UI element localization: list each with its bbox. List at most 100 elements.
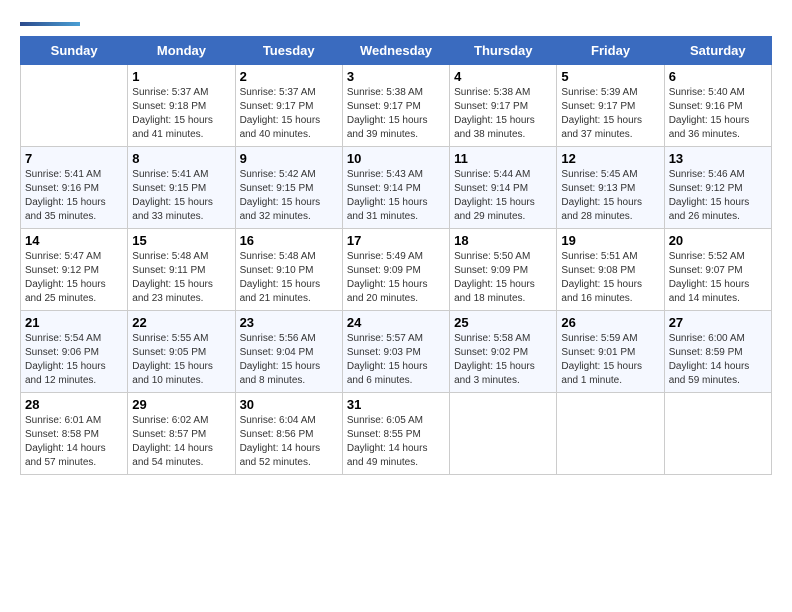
calendar-week-row: 21 Sunrise: 5:54 AMSunset: 9:06 PMDayligh… — [21, 311, 772, 393]
day-info: Sunrise: 5:41 AMSunset: 9:15 PMDaylight:… — [132, 168, 230, 224]
day-info: Sunrise: 5:40 AMSunset: 9:16 PMDaylight:… — [669, 86, 767, 142]
weekday-header-cell: Thursday — [450, 37, 557, 65]
logo-bar — [20, 22, 80, 26]
day-number: 14 — [25, 233, 123, 248]
weekday-header-cell: Tuesday — [235, 37, 342, 65]
day-info: Sunrise: 5:37 AMSunset: 9:17 PMDaylight:… — [240, 86, 338, 142]
calendar-day-cell: 21 Sunrise: 5:54 AMSunset: 9:06 PMDayligh… — [21, 311, 128, 393]
day-number: 31 — [347, 397, 445, 412]
calendar-day-cell: 12Sunrise: 5:45 AMSunset: 9:13 PMDayligh… — [557, 147, 664, 229]
day-info: Sunrise: 5:38 AMSunset: 9:17 PMDaylight:… — [347, 86, 445, 142]
calendar-table: SundayMondayTuesdayWednesdayThursdayFrid… — [20, 36, 772, 475]
weekday-header-cell: Saturday — [664, 37, 771, 65]
day-number: 16 — [240, 233, 338, 248]
header — [20, 20, 772, 26]
day-number: 26 — [561, 315, 659, 330]
day-info: Sunrise: 5:50 AMSunset: 9:09 PMDaylight:… — [454, 250, 552, 306]
calendar-day-cell: 30 Sunrise: 6:04 AMSunset: 8:56 PMDayligh… — [235, 393, 342, 475]
weekday-header-cell: Monday — [128, 37, 235, 65]
day-info: Sunrise: 5:56 AMSunset: 9:04 PMDaylight:… — [240, 332, 338, 388]
day-info: Sunrise: 5:39 AMSunset: 9:17 PMDaylight:… — [561, 86, 659, 142]
calendar-day-cell: 10 Sunrise: 5:43 AMSunset: 9:14 PMDayligh… — [342, 147, 449, 229]
day-number: 10 — [347, 151, 445, 166]
day-number: 4 — [454, 69, 552, 84]
calendar-day-cell: 17Sunrise: 5:49 AMSunset: 9:09 PMDayligh… — [342, 229, 449, 311]
day-number: 23 — [240, 315, 338, 330]
day-number: 13 — [669, 151, 767, 166]
calendar-day-cell — [450, 393, 557, 475]
calendar-day-cell: 7Sunrise: 5:41 AMSunset: 9:16 PMDaylight… — [21, 147, 128, 229]
calendar-day-cell: 26 Sunrise: 5:59 AMSunset: 9:01 PMDayligh… — [557, 311, 664, 393]
calendar-day-cell — [21, 65, 128, 147]
day-info: Sunrise: 6:05 AMSunset: 8:55 PMDaylight:… — [347, 414, 445, 470]
day-info: Sunrise: 5:44 AMSunset: 9:14 PMDaylight:… — [454, 168, 552, 224]
calendar-day-cell: 8Sunrise: 5:41 AMSunset: 9:15 PMDaylight… — [128, 147, 235, 229]
day-number: 18 — [454, 233, 552, 248]
day-info: Sunrise: 5:45 AMSunset: 9:13 PMDaylight:… — [561, 168, 659, 224]
calendar-day-cell: 13 Sunrise: 5:46 AMSunset: 9:12 PMDayligh… — [664, 147, 771, 229]
day-number: 5 — [561, 69, 659, 84]
day-number: 21 — [25, 315, 123, 330]
day-info: Sunrise: 5:46 AMSunset: 9:12 PMDaylight:… — [669, 168, 767, 224]
calendar-day-cell: 15 Sunrise: 5:48 AMSunset: 9:11 PMDayligh… — [128, 229, 235, 311]
day-info: Sunrise: 6:02 AMSunset: 8:57 PMDaylight:… — [132, 414, 230, 470]
calendar-day-cell: 20 Sunrise: 5:52 AMSunset: 9:07 PMDayligh… — [664, 229, 771, 311]
calendar-day-cell: 28 Sunrise: 6:01 AMSunset: 8:58 PMDayligh… — [21, 393, 128, 475]
day-info: Sunrise: 5:54 AMSunset: 9:06 PMDaylight:… — [25, 332, 123, 388]
day-number: 3 — [347, 69, 445, 84]
day-number: 29 — [132, 397, 230, 412]
calendar-day-cell: 19Sunrise: 5:51 AMSunset: 9:08 PMDayligh… — [557, 229, 664, 311]
calendar-week-row: 14Sunrise: 5:47 AMSunset: 9:12 PMDayligh… — [21, 229, 772, 311]
calendar-day-cell: 29 Sunrise: 6:02 AMSunset: 8:57 PMDayligh… — [128, 393, 235, 475]
weekday-header-cell: Wednesday — [342, 37, 449, 65]
calendar-week-row: 1Sunrise: 5:37 AMSunset: 9:18 PMDaylight… — [21, 65, 772, 147]
calendar-day-cell: 4 Sunrise: 5:38 AMSunset: 9:17 PMDaylight… — [450, 65, 557, 147]
calendar-day-cell: 31 Sunrise: 6:05 AMSunset: 8:55 PMDayligh… — [342, 393, 449, 475]
day-info: Sunrise: 5:59 AMSunset: 9:01 PMDaylight:… — [561, 332, 659, 388]
day-info: Sunrise: 6:04 AMSunset: 8:56 PMDaylight:… — [240, 414, 338, 470]
calendar-day-cell: 2 Sunrise: 5:37 AMSunset: 9:17 PMDaylight… — [235, 65, 342, 147]
day-number: 2 — [240, 69, 338, 84]
calendar-day-cell: 1Sunrise: 5:37 AMSunset: 9:18 PMDaylight… — [128, 65, 235, 147]
day-info: Sunrise: 5:48 AMSunset: 9:11 PMDaylight:… — [132, 250, 230, 306]
day-info: Sunrise: 5:49 AMSunset: 9:09 PMDaylight:… — [347, 250, 445, 306]
calendar-day-cell — [664, 393, 771, 475]
calendar-day-cell: 23 Sunrise: 5:56 AMSunset: 9:04 PMDayligh… — [235, 311, 342, 393]
calendar-day-cell: 6 Sunrise: 5:40 AMSunset: 9:16 PMDaylight… — [664, 65, 771, 147]
day-info: Sunrise: 5:58 AMSunset: 9:02 PMDaylight:… — [454, 332, 552, 388]
day-number: 30 — [240, 397, 338, 412]
day-number: 27 — [669, 315, 767, 330]
day-info: Sunrise: 5:37 AMSunset: 9:18 PMDaylight:… — [132, 86, 230, 142]
day-info: Sunrise: 5:55 AMSunset: 9:05 PMDaylight:… — [132, 332, 230, 388]
day-info: Sunrise: 5:43 AMSunset: 9:14 PMDaylight:… — [347, 168, 445, 224]
calendar-day-cell: 27 Sunrise: 6:00 AMSunset: 8:59 PMDayligh… — [664, 311, 771, 393]
day-number: 20 — [669, 233, 767, 248]
day-info: Sunrise: 6:00 AMSunset: 8:59 PMDaylight:… — [669, 332, 767, 388]
day-info: Sunrise: 5:57 AMSunset: 9:03 PMDaylight:… — [347, 332, 445, 388]
day-number: 15 — [132, 233, 230, 248]
day-number: 25 — [454, 315, 552, 330]
calendar-week-row: 28 Sunrise: 6:01 AMSunset: 8:58 PMDayligh… — [21, 393, 772, 475]
calendar-day-cell: 25 Sunrise: 5:58 AMSunset: 9:02 PMDayligh… — [450, 311, 557, 393]
calendar-day-cell: 11 Sunrise: 5:44 AMSunset: 9:14 PMDayligh… — [450, 147, 557, 229]
day-number: 24 — [347, 315, 445, 330]
calendar-day-cell: 14Sunrise: 5:47 AMSunset: 9:12 PMDayligh… — [21, 229, 128, 311]
day-info: Sunrise: 5:41 AMSunset: 9:16 PMDaylight:… — [25, 168, 123, 224]
day-number: 22 — [132, 315, 230, 330]
calendar-day-cell — [557, 393, 664, 475]
weekday-header-row: SundayMondayTuesdayWednesdayThursdayFrid… — [21, 37, 772, 65]
day-info: Sunrise: 6:01 AMSunset: 8:58 PMDaylight:… — [25, 414, 123, 470]
day-number: 6 — [669, 69, 767, 84]
day-info: Sunrise: 5:42 AMSunset: 9:15 PMDaylight:… — [240, 168, 338, 224]
calendar-body: 1Sunrise: 5:37 AMSunset: 9:18 PMDaylight… — [21, 65, 772, 475]
calendar-day-cell: 3 Sunrise: 5:38 AMSunset: 9:17 PMDaylight… — [342, 65, 449, 147]
calendar-day-cell: 5 Sunrise: 5:39 AMSunset: 9:17 PMDaylight… — [557, 65, 664, 147]
weekday-header-cell: Friday — [557, 37, 664, 65]
day-info: Sunrise: 5:51 AMSunset: 9:08 PMDaylight:… — [561, 250, 659, 306]
day-info: Sunrise: 5:52 AMSunset: 9:07 PMDaylight:… — [669, 250, 767, 306]
day-info: Sunrise: 5:38 AMSunset: 9:17 PMDaylight:… — [454, 86, 552, 142]
day-number: 9 — [240, 151, 338, 166]
calendar-day-cell: 18 Sunrise: 5:50 AMSunset: 9:09 PMDayligh… — [450, 229, 557, 311]
day-number: 28 — [25, 397, 123, 412]
day-number: 11 — [454, 151, 552, 166]
